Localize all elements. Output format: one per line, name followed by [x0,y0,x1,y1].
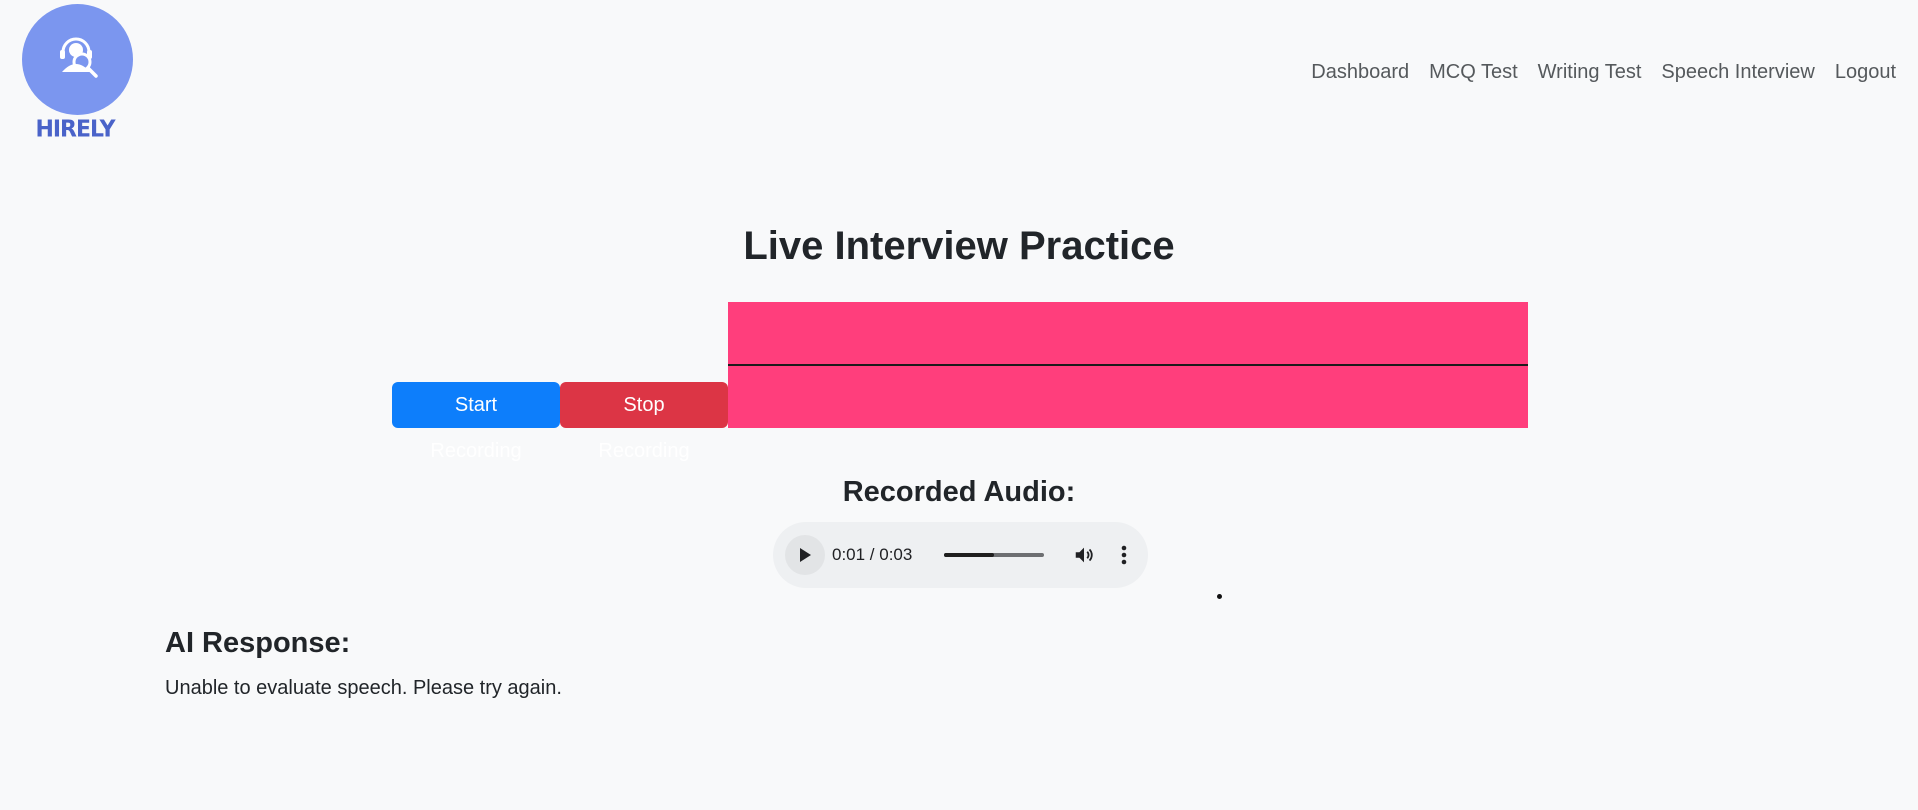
ai-response-heading: AI Response: [165,627,351,659]
audio-player: 0:01 / 0:03 [773,522,1148,588]
brand-logo[interactable]: HIRELY [22,4,134,143]
cursor-dot [1217,594,1222,599]
more-vertical-icon[interactable] [1112,543,1136,567]
stop-recording-button[interactable]: Stop Recording [560,382,728,462]
page-title: Live Interview Practice [743,224,1175,268]
ai-response-text: Unable to evaluate speech. Please try ag… [165,677,562,699]
nav-speech-interview[interactable]: Speech Interview [1651,58,1824,86]
audio-visualizer [728,302,1528,428]
start-recording-button[interactable]: Start Recording [392,382,560,462]
audio-seek-bar[interactable] [944,553,1044,557]
logo-icon [22,4,133,115]
audio-time: 0:01 / 0:03 [832,545,913,564]
audio-seek-fill [944,553,994,557]
recording-controls: Start Recording Stop Recording [392,302,1528,462]
navbar: HIRELY Dashboard MCQ Test Writing Test S… [0,0,1918,150]
nav-dashboard[interactable]: Dashboard [1301,58,1419,86]
main-nav: Dashboard MCQ Test Writing Test Speech I… [1301,58,1906,86]
recorded-audio-heading: Recorded Audio: [842,476,1076,508]
play-icon[interactable] [785,535,825,575]
waveform-line [728,364,1528,366]
brand-name: HIRELY [35,116,115,143]
nav-logout[interactable]: Logout [1825,58,1906,86]
nav-mcq-test[interactable]: MCQ Test [1419,58,1528,86]
nav-writing-test[interactable]: Writing Test [1528,58,1652,86]
volume-icon[interactable] [1072,543,1096,567]
